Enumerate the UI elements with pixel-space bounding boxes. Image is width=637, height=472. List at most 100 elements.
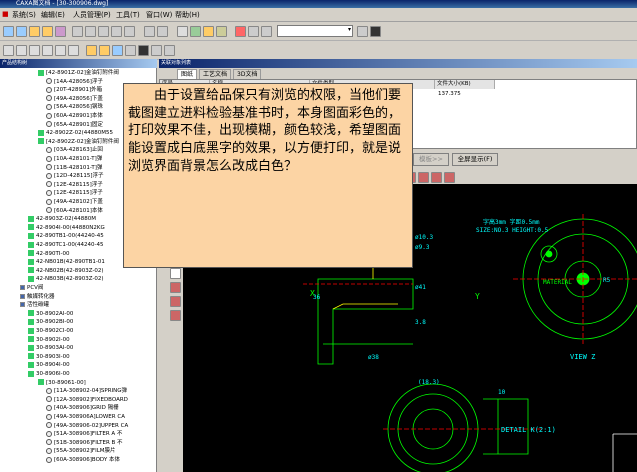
tree-item[interactable]: [60A-308906]BODY 本体 [46, 456, 120, 464]
tree-item[interactable]: [55A-308902]FILM膜片 [46, 447, 116, 455]
tree-item[interactable]: [65A-428901]固定 [46, 121, 103, 129]
pages-icon[interactable] [151, 45, 162, 56]
refresh-icon[interactable] [144, 26, 155, 37]
tree-item[interactable]: [49A-308906A]LOWER CA [46, 413, 125, 421]
tree-item[interactable]: 30-8903I-00 [28, 353, 70, 361]
tree-item[interactable]: 42-8903Z-02(44880M [28, 215, 96, 223]
tree-item[interactable]: 30-8904I-00 [28, 361, 70, 369]
tree-item[interactable]: [03A-428163]止回 [46, 146, 103, 154]
tree-item[interactable]: [40A-308906]GRID 隔栅 [46, 404, 119, 412]
tree-item[interactable]: 42-8902Z-02(44880M55 [38, 129, 113, 137]
fullscreen-button[interactable]: 全屏显示(F) [452, 153, 498, 166]
checkin-icon[interactable] [98, 26, 109, 37]
tree-item[interactable]: 30-8902CI-00 [28, 327, 73, 335]
tree-item[interactable]: [12D-428115]浮子 [46, 172, 104, 180]
tree-item[interactable]: 30-8902AI-00 [28, 310, 73, 318]
menu-tools[interactable]: 工具(T) [116, 10, 140, 20]
menu-edit[interactable]: 编辑(E) [41, 10, 65, 20]
tree-item[interactable]: [49A-428102]下盖 [46, 198, 103, 206]
release-icon[interactable] [124, 26, 135, 37]
export-icon[interactable] [85, 26, 96, 37]
history-icon[interactable] [68, 45, 79, 56]
tree-item[interactable]: [42-8902Z-02]金油钉附件阀 [38, 138, 119, 146]
menu-window[interactable]: 窗口(W) [146, 10, 172, 20]
tree-item[interactable]: [14A-428056]浮子 [46, 78, 103, 86]
redline-icon[interactable] [170, 310, 181, 321]
new-icon[interactable] [3, 26, 14, 37]
tree-item[interactable]: [11B-428101-T]弹 [46, 164, 102, 172]
template-button[interactable]: 模板>> [413, 153, 449, 166]
search-combo[interactable]: ▾ [277, 25, 353, 37]
tree-item[interactable]: [30-89061-00] [38, 379, 86, 387]
tab-process-docs[interactable]: 工艺文档 [199, 69, 232, 79]
properties-icon[interactable] [177, 26, 188, 37]
bom-icon[interactable] [99, 45, 110, 56]
layout-icon[interactable] [164, 45, 175, 56]
annotate-icon[interactable] [170, 296, 181, 307]
tree-item[interactable]: [49A-308906-02]UPPER CA [46, 422, 128, 430]
dark-doc-icon[interactable] [138, 45, 149, 56]
chevron-down-icon[interactable]: ▾ [348, 26, 351, 33]
tree-item[interactable]: 42-890TC1-00(44240-45 [28, 241, 103, 249]
open-icon[interactable] [16, 26, 27, 37]
lock-icon[interactable] [157, 26, 168, 37]
tab-drawings[interactable]: 图纸 [177, 69, 198, 79]
menu-help[interactable]: 帮助(H) [175, 10, 200, 20]
note-icon[interactable] [216, 26, 227, 37]
menu-system[interactable]: 系统(S) [12, 10, 36, 20]
tree-item[interactable]: [10A-428101-T]弹 [46, 155, 102, 163]
app-menu-icon[interactable]: ■ [2, 10, 9, 18]
print-icon[interactable] [55, 26, 66, 37]
review-icon[interactable] [55, 45, 66, 56]
tree-item[interactable]: [60A-428901]本体 [46, 112, 103, 120]
tree-item[interactable]: 活性碳罐 [20, 301, 49, 309]
folder-up-icon[interactable] [42, 26, 53, 37]
tree-item[interactable]: 42-NB01B(42-890TB1-01 [28, 258, 105, 266]
tree-item[interactable]: [12A-308902]FIXEDBOARD [46, 396, 128, 404]
tree-item[interactable]: 触媒转化器 [20, 293, 55, 301]
tree-item[interactable]: 30-8902BI-00 [28, 318, 73, 326]
measure-icon[interactable] [170, 282, 181, 293]
report-icon[interactable] [112, 45, 123, 56]
tree-item[interactable]: 42-890TI-00 [28, 250, 69, 258]
approve-icon[interactable] [29, 45, 40, 56]
tree-item[interactable]: [11A-308902-04]SPRING弹 [46, 387, 127, 395]
col-size[interactable]: 文件大小(KB) [435, 80, 495, 89]
zoom-out-icon[interactable] [418, 172, 429, 183]
tree-item[interactable]: 42-8904I-00(44880N2KG [28, 224, 105, 232]
tab-3d-docs[interactable]: 3D文档 [233, 69, 262, 79]
tree-item[interactable]: [42-8901Z-02]金油钉附件阀 [38, 69, 119, 77]
project-icon[interactable] [86, 45, 97, 56]
tree-item[interactable]: [49A-428056]下盖 [46, 95, 103, 103]
find-icon[interactable] [357, 26, 368, 37]
zoom-fit-icon[interactable] [431, 172, 442, 183]
tree-item[interactable]: 42-NB02B(42-8903Z-02) [28, 267, 104, 275]
tree-item[interactable]: [12E-428115]浮子 [46, 189, 103, 197]
copy-icon[interactable] [248, 26, 259, 37]
sheet-icon[interactable] [125, 45, 136, 56]
browse-icon[interactable] [190, 26, 201, 37]
lightbulb-icon[interactable] [203, 26, 214, 37]
tree-item[interactable]: [60A-428101]本体 [46, 207, 103, 215]
tree-item[interactable]: 30-8902I-00 [28, 336, 70, 344]
binoculars-icon[interactable] [370, 26, 381, 37]
cut-icon[interactable] [235, 26, 246, 37]
reject-icon[interactable] [42, 45, 53, 56]
menu-personnel[interactable]: 人员管理(P) [73, 10, 111, 20]
tree-item[interactable]: 30-8903AI-00 [28, 344, 73, 352]
tree-item[interactable]: 42-NB03B(42-8903Z-02) [28, 275, 104, 283]
workflow-back-icon[interactable] [16, 45, 27, 56]
tree-item[interactable]: 42-890TB1-00(44240-45 [28, 232, 104, 240]
import-icon[interactable] [72, 26, 83, 37]
folder-icon[interactable] [29, 26, 40, 37]
pan-icon[interactable] [444, 172, 455, 183]
checkout-icon[interactable] [111, 26, 122, 37]
select-icon[interactable] [170, 268, 181, 279]
tree-item[interactable]: [56A-428056]钢珠 [46, 103, 103, 111]
tree-item[interactable]: [51A-308906]FILTER A 不 [46, 430, 122, 438]
tree-item[interactable]: [20T-428901]外箱 [46, 86, 102, 94]
tree-item[interactable]: 30-8906I-00 [28, 370, 70, 378]
tree-item[interactable]: [51B-308906]FILTER B 不 [46, 439, 123, 447]
workflow-icon[interactable] [3, 45, 14, 56]
tree-item[interactable]: PCV阀 [20, 284, 43, 292]
